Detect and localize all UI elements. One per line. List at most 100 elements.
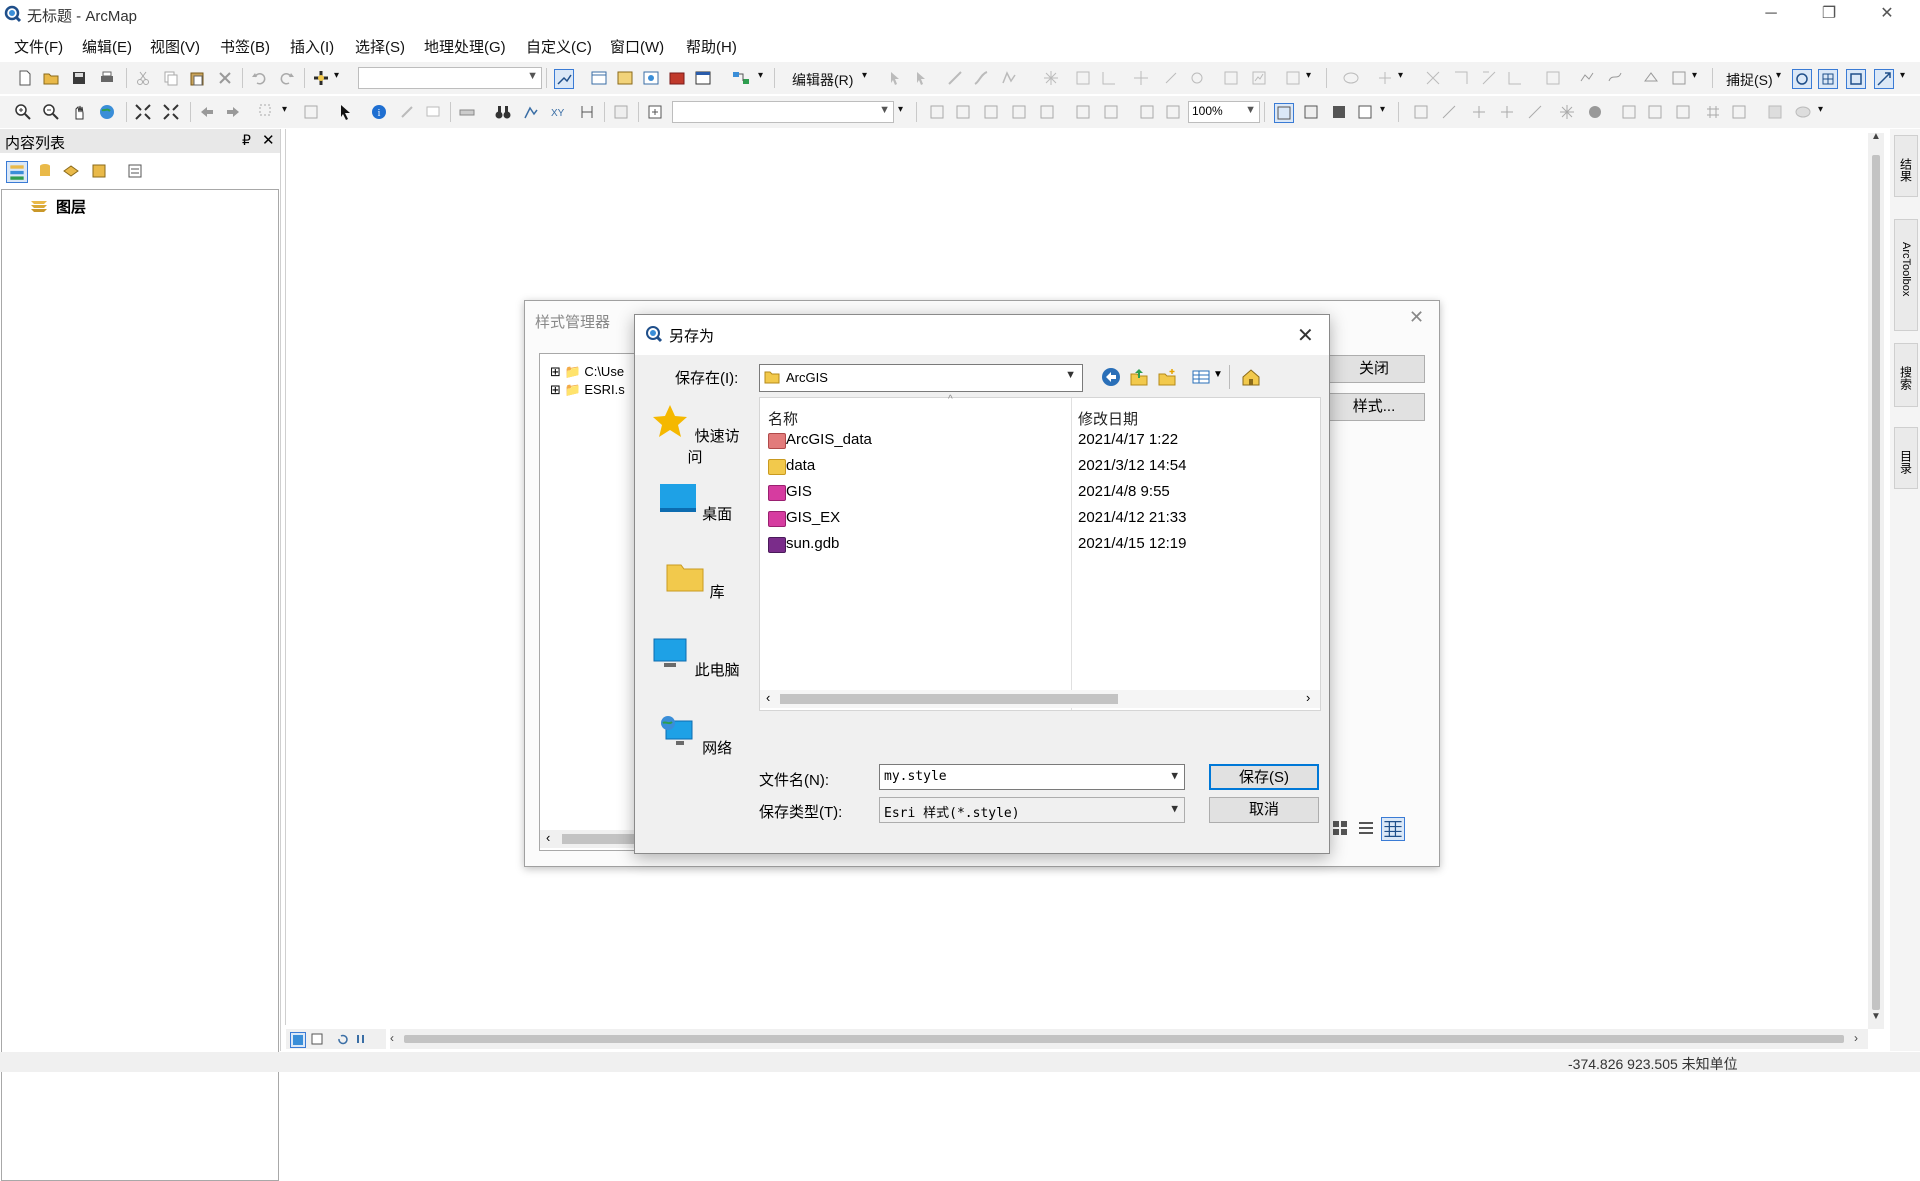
menu-customize[interactable]: 自定义(C): [526, 36, 592, 57]
list-item[interactable]: data 2021/3/12 14:54: [768, 456, 1308, 478]
create-viewer-window-icon[interactable]: [612, 103, 630, 121]
column-header-name[interactable]: 名称: [768, 408, 798, 429]
identify-icon[interactable]: i: [370, 103, 388, 121]
list-scroll-left-icon[interactable]: ‹: [766, 690, 770, 705]
place-desktop[interactable]: 桌面: [649, 481, 741, 524]
minimize-button[interactable]: ─: [1742, 0, 1800, 30]
end-snapping-icon[interactable]: [1818, 69, 1838, 89]
search-window-icon[interactable]: [642, 69, 660, 87]
find-route-icon[interactable]: [522, 103, 540, 121]
view-menu-icon[interactable]: [1191, 367, 1211, 387]
toc-options-icon[interactable]: [126, 162, 144, 180]
catalog-window-icon[interactable]: [616, 69, 634, 87]
tree-item-user-style[interactable]: ⊞ 📁 C:\Use: [550, 364, 624, 380]
cancel-button[interactable]: 取消: [1209, 797, 1319, 823]
layout-zoom-out-icon[interactable]: [954, 103, 972, 121]
list-item[interactable]: GIS_EX 2021/4/12 21:33: [768, 508, 1308, 530]
layer-selector-icon[interactable]: [646, 103, 664, 121]
find-binoculars-icon[interactable]: [494, 103, 512, 121]
vertex-snapping-icon[interactable]: [1846, 69, 1866, 89]
time-slider-icon[interactable]: [578, 103, 596, 121]
sphere-icon[interactable]: [1586, 103, 1604, 121]
up-folder-icon[interactable]: [1129, 367, 1149, 387]
cut-icon[interactable]: [134, 69, 152, 87]
python-window-icon[interactable]: [694, 69, 712, 87]
fixed-zoom-in-layout-icon[interactable]: [1074, 103, 1092, 121]
shape-icon[interactable]: [1766, 103, 1784, 121]
scroll-up-icon[interactable]: ▲: [1871, 131, 1881, 142]
large-icons-view-icon[interactable]: [1331, 819, 1349, 837]
distribute-icon[interactable]: [1674, 103, 1692, 121]
straight-segment-icon[interactable]: [946, 69, 964, 87]
list-by-selection-icon[interactable]: [90, 162, 108, 180]
new-folder-icon[interactable]: [1157, 367, 1177, 387]
vertical-scroll-thumb[interactable]: [1872, 155, 1880, 1010]
details-view-icon[interactable]: [1381, 817, 1405, 841]
list-scroll-right-icon[interactable]: ›: [1306, 690, 1310, 705]
view-menu-chevron-icon[interactable]: ▼: [1213, 369, 1223, 380]
back-extent-icon[interactable]: [198, 103, 216, 121]
dock-tab-search[interactable]: 搜索: [1894, 343, 1918, 407]
create-features-icon[interactable]: [1250, 69, 1268, 87]
draw-line-icon[interactable]: [1440, 103, 1458, 121]
zoom-out-icon[interactable]: [42, 103, 60, 121]
list-by-source-icon[interactable]: [36, 162, 54, 180]
place-quick-access[interactable]: 快速访问: [649, 403, 741, 467]
list-by-drawing-order-icon[interactable]: [6, 161, 28, 183]
copy-features-icon[interactable]: [1452, 69, 1470, 87]
place-network[interactable]: 网络: [649, 715, 741, 758]
topology-icon[interactable]: [1284, 69, 1302, 87]
style-manager-close-icon[interactable]: ✕: [1409, 307, 1424, 328]
pin-icon[interactable]: ₽: [242, 132, 251, 149]
menu-selection[interactable]: 选择(S): [355, 36, 405, 57]
filetype-dropdown[interactable]: Esri 样式(*.style) ▼: [879, 797, 1185, 823]
undo-icon[interactable]: [250, 69, 268, 87]
arctoolbox-icon[interactable]: [668, 69, 686, 87]
editor-toolbar-toggle-icon[interactable]: [554, 69, 574, 89]
pause-drawing-icon[interactable]: [354, 1032, 368, 1046]
draw-rectangle-icon[interactable]: [1412, 103, 1430, 121]
tree-item-esri-style[interactable]: ⊞ 📁 ESRI.s: [550, 382, 625, 398]
georeferencing-icon[interactable]: [1342, 69, 1360, 87]
spatial-adjustment-icon[interactable]: [1376, 69, 1394, 87]
generalize-icon[interactable]: [1578, 69, 1596, 87]
delete-icon[interactable]: [216, 69, 234, 87]
extend-tool-icon[interactable]: [1506, 69, 1524, 87]
restore-button[interactable]: ❐: [1800, 0, 1858, 30]
explode-icon[interactable]: [1670, 69, 1688, 87]
layout-view-icon[interactable]: [310, 1032, 324, 1046]
editor-menu[interactable]: 编辑器(R): [792, 70, 853, 90]
menu-help[interactable]: 帮助(H): [686, 36, 737, 57]
styles-button[interactable]: 样式...: [1323, 393, 1425, 421]
place-this-pc[interactable]: 此电脑: [649, 637, 741, 680]
new-document-icon[interactable]: [16, 69, 34, 87]
layers-root-label[interactable]: 图层: [56, 196, 86, 217]
toc-close-icon[interactable]: ✕: [262, 131, 275, 149]
column-header-modified[interactable]: 修改日期: [1078, 408, 1138, 429]
go-to-xy-icon[interactable]: XY: [550, 103, 568, 121]
point-snapping-icon[interactable]: [1792, 69, 1812, 89]
style-manager-close-button[interactable]: 关闭: [1323, 355, 1425, 383]
dock-tab-results[interactable]: 结果: [1894, 135, 1918, 197]
refresh-view-icon[interactable]: [336, 1032, 350, 1046]
forward-extent-icon[interactable]: [224, 103, 242, 121]
list-view-icon[interactable]: [1357, 819, 1375, 837]
edit-vertices-icon[interactable]: [1042, 69, 1060, 87]
menu-file[interactable]: 文件(F): [14, 36, 63, 57]
select-elements-arrow-icon[interactable]: [336, 103, 354, 121]
list-scroll-thumb[interactable]: [780, 694, 1118, 704]
reshape-icon[interactable]: [1074, 69, 1092, 87]
model-builder-icon[interactable]: [732, 69, 750, 87]
save-button[interactable]: 保存(S): [1209, 764, 1319, 790]
snap-guide-icon[interactable]: [1498, 103, 1516, 121]
data-driven-pages-icon[interactable]: [1356, 103, 1374, 121]
tree-scroll-left-icon[interactable]: ‹: [546, 830, 550, 845]
back-layout-extent-icon[interactable]: [1138, 103, 1156, 121]
scale-combobox[interactable]: ▼: [358, 67, 542, 89]
measure-icon[interactable]: [458, 103, 476, 121]
html-popup-icon[interactable]: [424, 103, 442, 121]
select-features-icon[interactable]: [258, 103, 276, 121]
list-item[interactable]: sun.gdb 2021/4/15 12:19: [768, 534, 1308, 556]
menu-edit[interactable]: 编辑(E): [82, 36, 132, 57]
focus-data-frame-icon[interactable]: [1302, 103, 1320, 121]
